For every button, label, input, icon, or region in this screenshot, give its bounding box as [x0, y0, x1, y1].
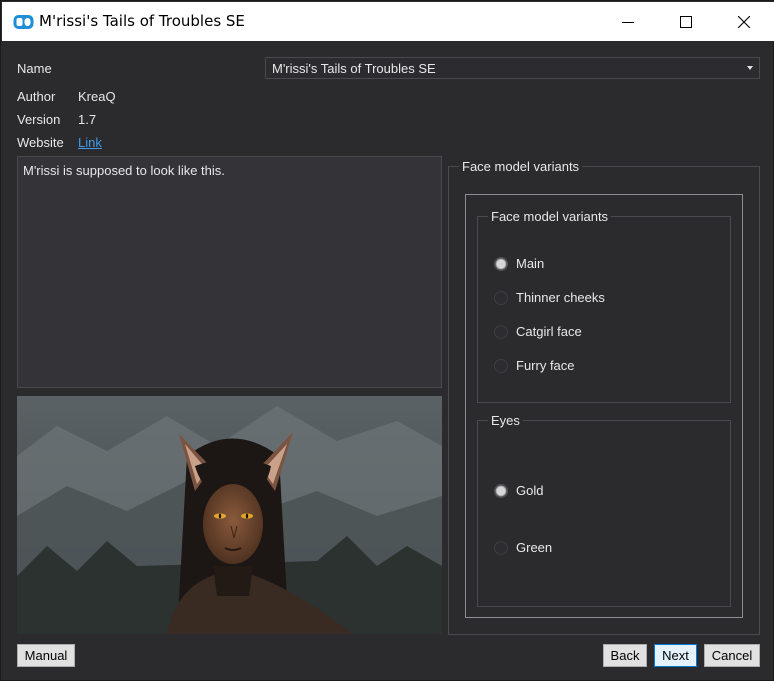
- radio-button[interactable]: [494, 290, 508, 305]
- face-variants-group-title: Face model variants: [488, 209, 612, 224]
- close-button[interactable]: [715, 2, 773, 41]
- radio-option-label: Gold: [516, 483, 544, 498]
- next-button[interactable]: Next: [654, 644, 697, 667]
- chevron-down-icon: [747, 66, 753, 70]
- radio-option-thinner-cheeks[interactable]: Thinner cheeks: [494, 290, 605, 305]
- cancel-button[interactable]: Cancel: [704, 644, 760, 667]
- radio-option-gold[interactable]: Gold: [494, 483, 543, 498]
- eyes-group: [477, 420, 731, 607]
- radio-button[interactable]: [494, 540, 508, 555]
- radio-button[interactable]: [494, 256, 508, 271]
- title-bar[interactable]: M'rissi's Tails of Troubles SE: [2, 2, 774, 41]
- window-title: M'rissi's Tails of Troubles SE: [39, 12, 245, 30]
- maximize-button[interactable]: [657, 2, 715, 41]
- close-icon: [738, 15, 750, 28]
- version-label: Version: [17, 112, 61, 127]
- plugin-select[interactable]: M'rissi's Tails of Troubles SE: [265, 57, 760, 79]
- face-variants-group: [477, 216, 731, 403]
- radio-option-catgirl-face[interactable]: Catgirl face: [494, 324, 582, 339]
- installer-window: M'rissi's Tails of Troubles SE Name M'ri…: [0, 0, 774, 681]
- minimize-icon: [622, 21, 634, 23]
- author-label: Author: [17, 89, 56, 104]
- radio-option-furry-face[interactable]: Furry face: [494, 358, 575, 373]
- back-button[interactable]: Back: [603, 644, 647, 667]
- preview-image: [17, 396, 442, 634]
- maximize-icon: [680, 15, 692, 28]
- app-logo-icon: [13, 15, 34, 29]
- character-portrait-image: [17, 396, 442, 634]
- radio-option-green[interactable]: Green: [494, 540, 552, 555]
- author-value: KreaQ: [78, 89, 116, 104]
- radio-option-label: Green: [516, 540, 553, 555]
- website-link[interactable]: Link: [78, 135, 102, 150]
- minimize-button[interactable]: [599, 2, 657, 41]
- name-label: Name: [17, 61, 52, 76]
- radio-button[interactable]: [494, 483, 508, 498]
- radio-option-label: Thinner cheeks: [516, 290, 605, 305]
- radio-option-label: Furry face: [516, 358, 575, 373]
- eyes-group-title: Eyes: [488, 413, 523, 428]
- manual-button[interactable]: Manual: [17, 644, 75, 667]
- plugin-select-value: M'rissi's Tails of Troubles SE: [272, 61, 436, 76]
- radio-option-label: Catgirl face: [516, 324, 582, 339]
- description-text: M'rissi is supposed to look like this.: [23, 163, 225, 178]
- radio-option-label: Main: [516, 256, 545, 271]
- description-box[interactable]: M'rissi is supposed to look like this.: [17, 156, 442, 388]
- website-label: Website: [17, 135, 64, 150]
- radio-button[interactable]: [494, 324, 508, 339]
- radio-button[interactable]: [494, 358, 508, 373]
- options-panel-title: Face model variants: [459, 159, 583, 174]
- version-value: 1.7: [78, 112, 97, 127]
- radio-option-main[interactable]: Main: [494, 256, 544, 271]
